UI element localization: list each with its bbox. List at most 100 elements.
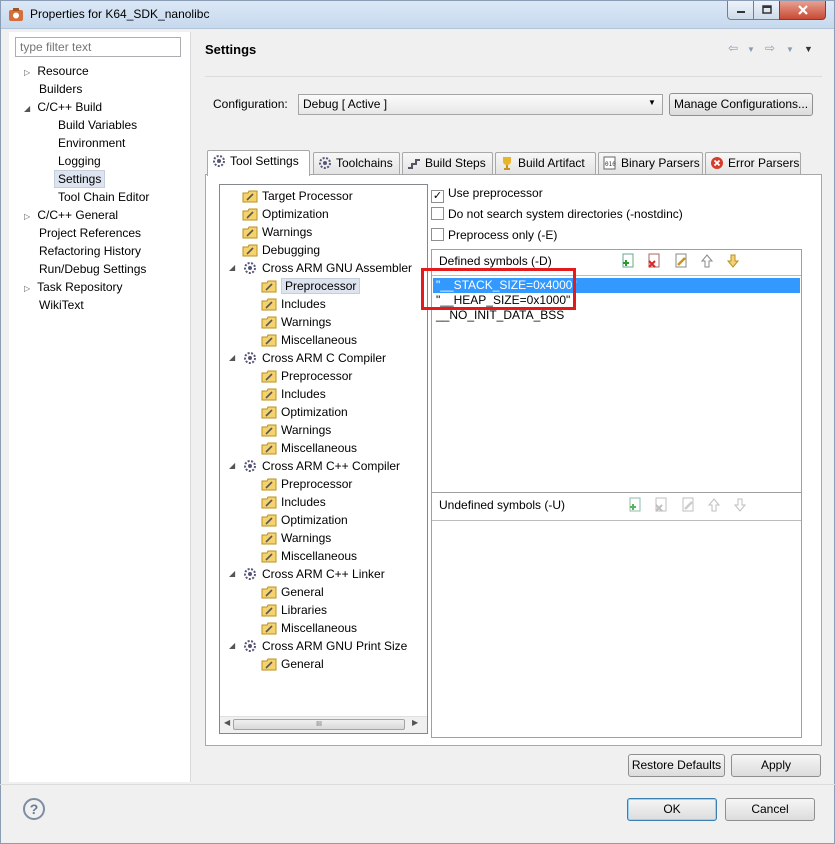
move-up-icon[interactable] [699,253,715,269]
tab-binary-parsers[interactable]: 010 Binary Parsers [598,152,703,174]
configuration-select[interactable]: Debug [ Active ] [298,94,663,115]
back-arrow-icon[interactable]: ⇦ [728,41,738,55]
nav-item-c-cpp-general[interactable]: ▷ C/C++ General [24,206,118,224]
cancel-button[interactable]: Cancel [725,798,815,821]
option-category-icon [261,369,277,383]
use-preprocessor-checkbox[interactable]: ✓ [431,190,444,203]
tree-label: Miscellaneous [281,441,358,455]
nav-item-run-debug-settings[interactable]: Run/Debug Settings [39,260,146,278]
forward-arrow-icon[interactable]: ⇨ [765,41,775,55]
tool-tree-item[interactable]: Preprocessor [261,475,352,493]
tool-tree-item[interactable]: Preprocessor [261,277,361,295]
tool-tree-item[interactable]: Libraries [261,601,327,619]
help-icon[interactable]: ? [23,798,45,820]
gear-icon [318,156,332,170]
expand-icon[interactable]: ▷ [24,280,34,298]
maximize-button[interactable] [753,1,780,20]
tool-tree-item[interactable]: Optimization [261,511,348,529]
tab-error-parsers[interactable]: Error Parsers [705,152,801,174]
apply-button[interactable]: Apply [731,754,821,777]
tool-tree-item[interactable]: Preprocessor [261,367,352,385]
nav-item-settings[interactable]: Settings [54,170,106,188]
nav-item-task-repository[interactable]: ▷ Task Repository [24,278,123,296]
add-icon[interactable] [620,253,636,269]
manage-configurations-button[interactable]: Manage Configurations... [669,93,813,116]
tool-tree-item[interactable]: Warnings [242,223,312,241]
tab-build-steps[interactable]: Build Steps [402,152,493,174]
tab-build-artifact[interactable]: Build Artifact [495,152,596,174]
tool-tree-item[interactable]: Target Processor [242,187,353,205]
collapse-icon[interactable]: ◢ [24,100,34,118]
view-menu-icon[interactable]: ▼ [804,44,813,54]
tool-tree-item[interactable]: Miscellaneous [261,331,357,349]
option-category-icon [261,333,277,347]
chevron-down-icon[interactable]: ▼ [648,98,656,107]
nav-item-project-references[interactable]: Project References [39,224,141,242]
nav-item-c-cpp-build[interactable]: ◢ C/C++ Build [24,98,102,116]
nostdinc-checkbox[interactable] [431,207,444,220]
tool-tree-item[interactable]: Warnings [261,313,331,331]
scrollbar-thumb[interactable]: III [233,719,405,730]
nav-item-environment[interactable]: Environment [58,134,125,152]
nostdinc-option[interactable]: Do not search system directories (-nostd… [431,205,683,223]
expand-icon[interactable]: ▷ [24,208,34,226]
back-menu-icon[interactable]: ▼ [747,45,755,54]
nav-item-wikitext[interactable]: WikiText [39,296,84,314]
tool-tree-item[interactable]: Miscellaneous [261,547,357,565]
tool-tree-category[interactable]: ◢ Cross ARM C Compiler [229,349,386,367]
tool-tree-item[interactable]: Debugging [242,241,320,259]
scroll-left-icon[interactable]: ◀ [224,718,230,727]
restore-defaults-button[interactable]: Restore Defaults [628,754,725,777]
collapse-icon[interactable]: ◢ [229,259,235,277]
tool-tree-item[interactable]: Miscellaneous [261,619,357,637]
tree-label: General [281,585,324,599]
collapse-icon[interactable]: ◢ [229,637,235,655]
forward-menu-icon[interactable]: ▼ [786,45,794,54]
tool-tree-item[interactable]: Warnings [261,421,331,439]
collapse-icon[interactable]: ◢ [229,349,235,367]
minimize-button[interactable] [727,1,754,20]
edit-icon[interactable] [680,497,696,513]
tool-tree-category[interactable]: ◢ Cross ARM GNU Print Size [229,637,407,655]
tab-toolchains[interactable]: Toolchains [313,152,400,174]
tool-tree-item[interactable]: Includes [261,385,326,403]
nav-item-tool-chain-editor[interactable]: Tool Chain Editor [58,188,149,206]
tool-tree-category[interactable]: ◢ Cross ARM C++ Linker [229,565,385,583]
ok-button[interactable]: OK [627,798,717,821]
nav-item-build-variables[interactable]: Build Variables [58,116,137,134]
move-down-icon[interactable] [725,253,741,269]
filter-input[interactable] [15,37,181,57]
preprocess-only-option[interactable]: Preprocess only (-E) [431,226,557,244]
move-down-icon[interactable] [732,497,748,513]
tool-tree-item[interactable]: General [261,655,324,673]
list-item[interactable]: __NO_INIT_DATA_BSS [433,308,800,323]
collapse-icon[interactable]: ◢ [229,457,235,475]
use-preprocessor-option[interactable]: ✓ Use preprocessor [431,184,543,203]
add-icon[interactable] [627,497,643,513]
expand-icon[interactable]: ▷ [24,64,34,82]
tool-tree-item[interactable]: Includes [261,493,326,511]
nav-item-refactoring-history[interactable]: Refactoring History [39,242,141,260]
tool-tree-category[interactable]: ◢ Cross ARM GNU Assembler [229,259,412,277]
gear-icon [212,154,226,168]
nav-item-logging[interactable]: Logging [58,152,101,170]
move-up-icon[interactable] [706,497,722,513]
option-category-icon [261,621,277,635]
delete-icon[interactable] [646,253,662,269]
nav-item-builders[interactable]: Builders [39,80,82,98]
tool-tree-item[interactable]: Warnings [261,529,331,547]
collapse-icon[interactable]: ◢ [229,565,235,583]
edit-icon[interactable] [673,253,689,269]
delete-icon[interactable] [653,497,669,513]
tool-tree-item[interactable]: Optimization [242,205,329,223]
tool-tree-category[interactable]: ◢ Cross ARM C++ Compiler [229,457,400,475]
tool-tree-item[interactable]: Includes [261,295,326,313]
nav-item-resource[interactable]: ▷ Resource [24,62,89,80]
preprocess-only-checkbox[interactable] [431,228,444,241]
tool-tree-item[interactable]: Miscellaneous [261,439,357,457]
scroll-right-icon[interactable]: ▶ [412,718,418,727]
tool-tree-item[interactable]: Optimization [261,403,348,421]
tab-tool-settings[interactable]: Tool Settings [207,150,310,176]
close-button[interactable] [779,1,826,20]
tool-tree-item[interactable]: General [261,583,324,601]
